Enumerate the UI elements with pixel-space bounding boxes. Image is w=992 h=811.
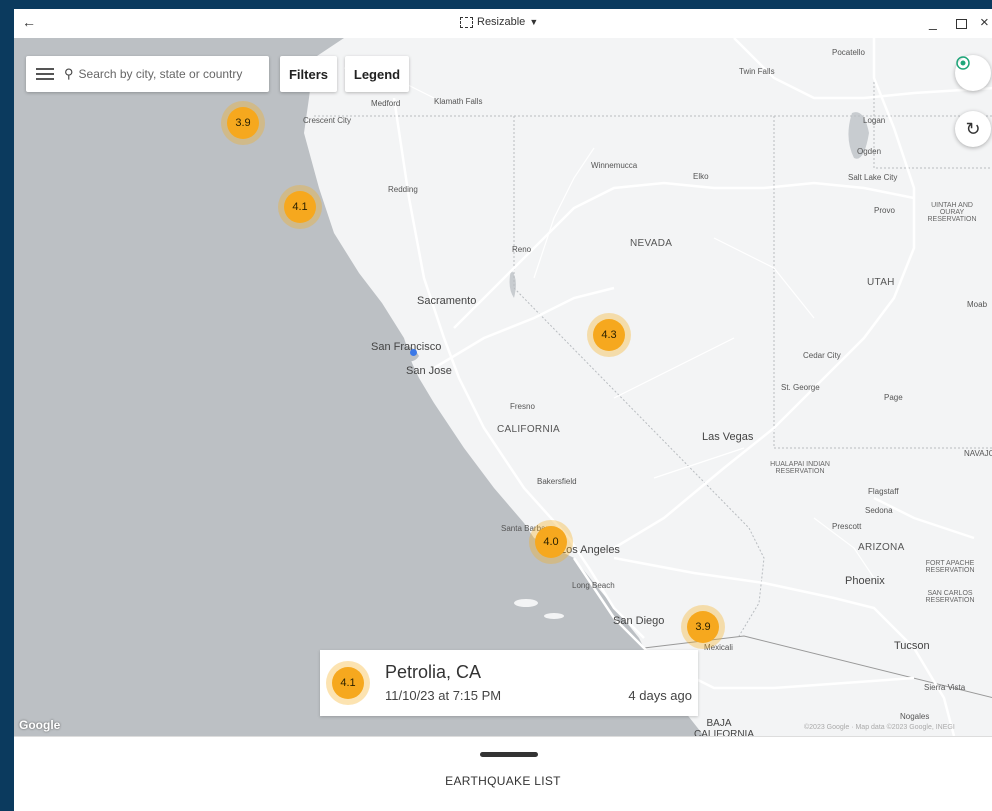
map-label-las-vegas: Las Vegas [702,431,754,443]
quake-marker[interactable]: 4.3 [587,313,631,357]
map-label-fresno: Fresno [510,402,535,411]
map-label-cedar-city: Cedar City [803,351,841,360]
map-label-pocatello: Pocatello [832,48,865,57]
caret-down-icon: ▼ [529,17,539,27]
map-basemap [14,38,992,736]
search-bar[interactable]: ⚲ Search by city, state or country [26,56,269,92]
map-label-prescott: Prescott [832,522,862,531]
map-label-san-jose: San Jose [406,365,452,377]
selected-quake-card[interactable]: 4.1 Petrolia, CA 11/10/23 at 7:15 PM 4 d… [320,650,698,716]
map-label-california: CALIFORNIA [497,424,561,435]
map-label-flagstaff: Flagstaff [868,487,899,496]
map-label-logan: Logan [863,116,886,125]
map-label-page: Page [884,393,903,402]
selected-quake-magnitude: 4.1 [332,667,364,699]
map-label-ogden: Ogden [857,147,882,156]
map-label-sedona: Sedona [865,506,893,515]
map-label-twin-falls: Twin Falls [739,67,775,76]
app-window: ← Resizable ▼ _ × Pocatello Twin Falls M… [14,9,992,811]
quake-magnitude: 4.1 [284,191,316,223]
map-label-baja: BAJA CALIFORNIA [694,718,755,736]
quake-marker[interactable]: 4.1 [278,185,322,229]
quake-time-ago: 4 days ago [628,688,692,703]
map-label-san-carlos: SAN CARLOS RESERVATION [925,590,975,604]
quake-magnitude: 3.9 [687,611,719,643]
search-icon: ⚲ [64,66,74,81]
map-label-fort-apache: FORT APACHE RESERVATION [925,560,975,574]
map-label-klamath-falls: Klamath Falls [434,97,483,106]
my-location-button[interactable] [955,55,991,91]
map-label-utah: UTAH [867,277,895,288]
map-label-redding: Redding [388,185,418,194]
quake-marker[interactable]: 3.9 [221,101,265,145]
title-bar: ← Resizable ▼ _ × [14,9,992,38]
window-mode-selector[interactable]: Resizable ▼ [460,16,538,28]
map-label-san-diego: San Diego [613,615,665,627]
map-label-salt-lake-city: Salt Lake City [848,173,898,182]
map-label-uintah: UINTAH AND OURAY RESERVATION [927,202,977,223]
map-label-sacramento: Sacramento [417,295,477,307]
map-label-provo: Provo [874,206,895,215]
filters-button[interactable]: Filters [280,56,337,92]
map-label-tucson: Tucson [894,640,930,652]
location-target-icon [956,56,970,70]
search-input[interactable]: Search by city, state or country [79,67,243,81]
legend-button[interactable]: Legend [345,56,409,92]
refresh-button[interactable]: ↻ [955,111,991,147]
quake-marker[interactable]: 3.9 [681,605,725,649]
map-label-crescent-city: Crescent City [303,116,352,125]
map-label-medford: Medford [371,99,401,108]
google-logo: Google [19,718,61,732]
close-icon[interactable]: × [980,14,989,31]
quake-place: Petrolia, CA [385,662,482,682]
map-label-phoenix: Phoenix [845,575,885,587]
map-copyright[interactable]: ©2023 Google · Map data ©2023 Google, IN… [804,724,955,731]
map-label-hualapai: HUALAPAI INDIAN RESERVATION [770,461,830,475]
map-label-reno: Reno [512,245,532,254]
sheet-drag-handle[interactable] [480,752,538,757]
map-label-arizona: ARIZONA [858,542,905,553]
map-label-st-george: St. George [781,383,820,392]
maximize-icon[interactable] [956,19,967,29]
earthquake-list-title: EARTHQUAKE LIST [445,774,561,788]
map-label-elko: Elko [693,172,709,181]
quake-magnitude: 4.0 [535,526,567,558]
back-arrow-icon[interactable]: ← [22,14,36,30]
refresh-icon: ↻ [965,118,981,139]
quake-magnitude: 3.9 [227,107,259,139]
map-label-navajo: NAVAJO [964,449,992,458]
selected-quake-marker: 4.1 [326,661,370,705]
my-location-dot [410,349,417,356]
quake-marker[interactable]: 4.0 [529,520,573,564]
earthquake-list-sheet[interactable]: EARTHQUAKE LIST [14,736,992,811]
menu-icon[interactable] [36,65,54,83]
map-label-bakersfield: Bakersfield [537,477,577,486]
quake-datetime: 11/10/23 at 7:15 PM [385,688,502,703]
map-label-winnemucca: Winnemucca [591,161,638,170]
window-mode-label: Resizable [477,16,526,28]
map-label-san-francisco: San Francisco [371,341,442,353]
map-view[interactable]: Pocatello Twin Falls Medford Klamath Fal… [14,38,992,736]
map-label-sierra-vista: Sierra Vista [924,683,966,692]
map-label-nogales: Nogales [900,712,930,721]
map-label-nevada: NEVADA [630,238,673,249]
map-label-moab: Moab [967,300,988,309]
quake-magnitude: 4.3 [593,319,625,351]
minimize-icon[interactable]: _ [929,14,937,30]
resizable-icon [460,16,473,28]
map-label-long-beach: Long Beach [572,581,615,590]
